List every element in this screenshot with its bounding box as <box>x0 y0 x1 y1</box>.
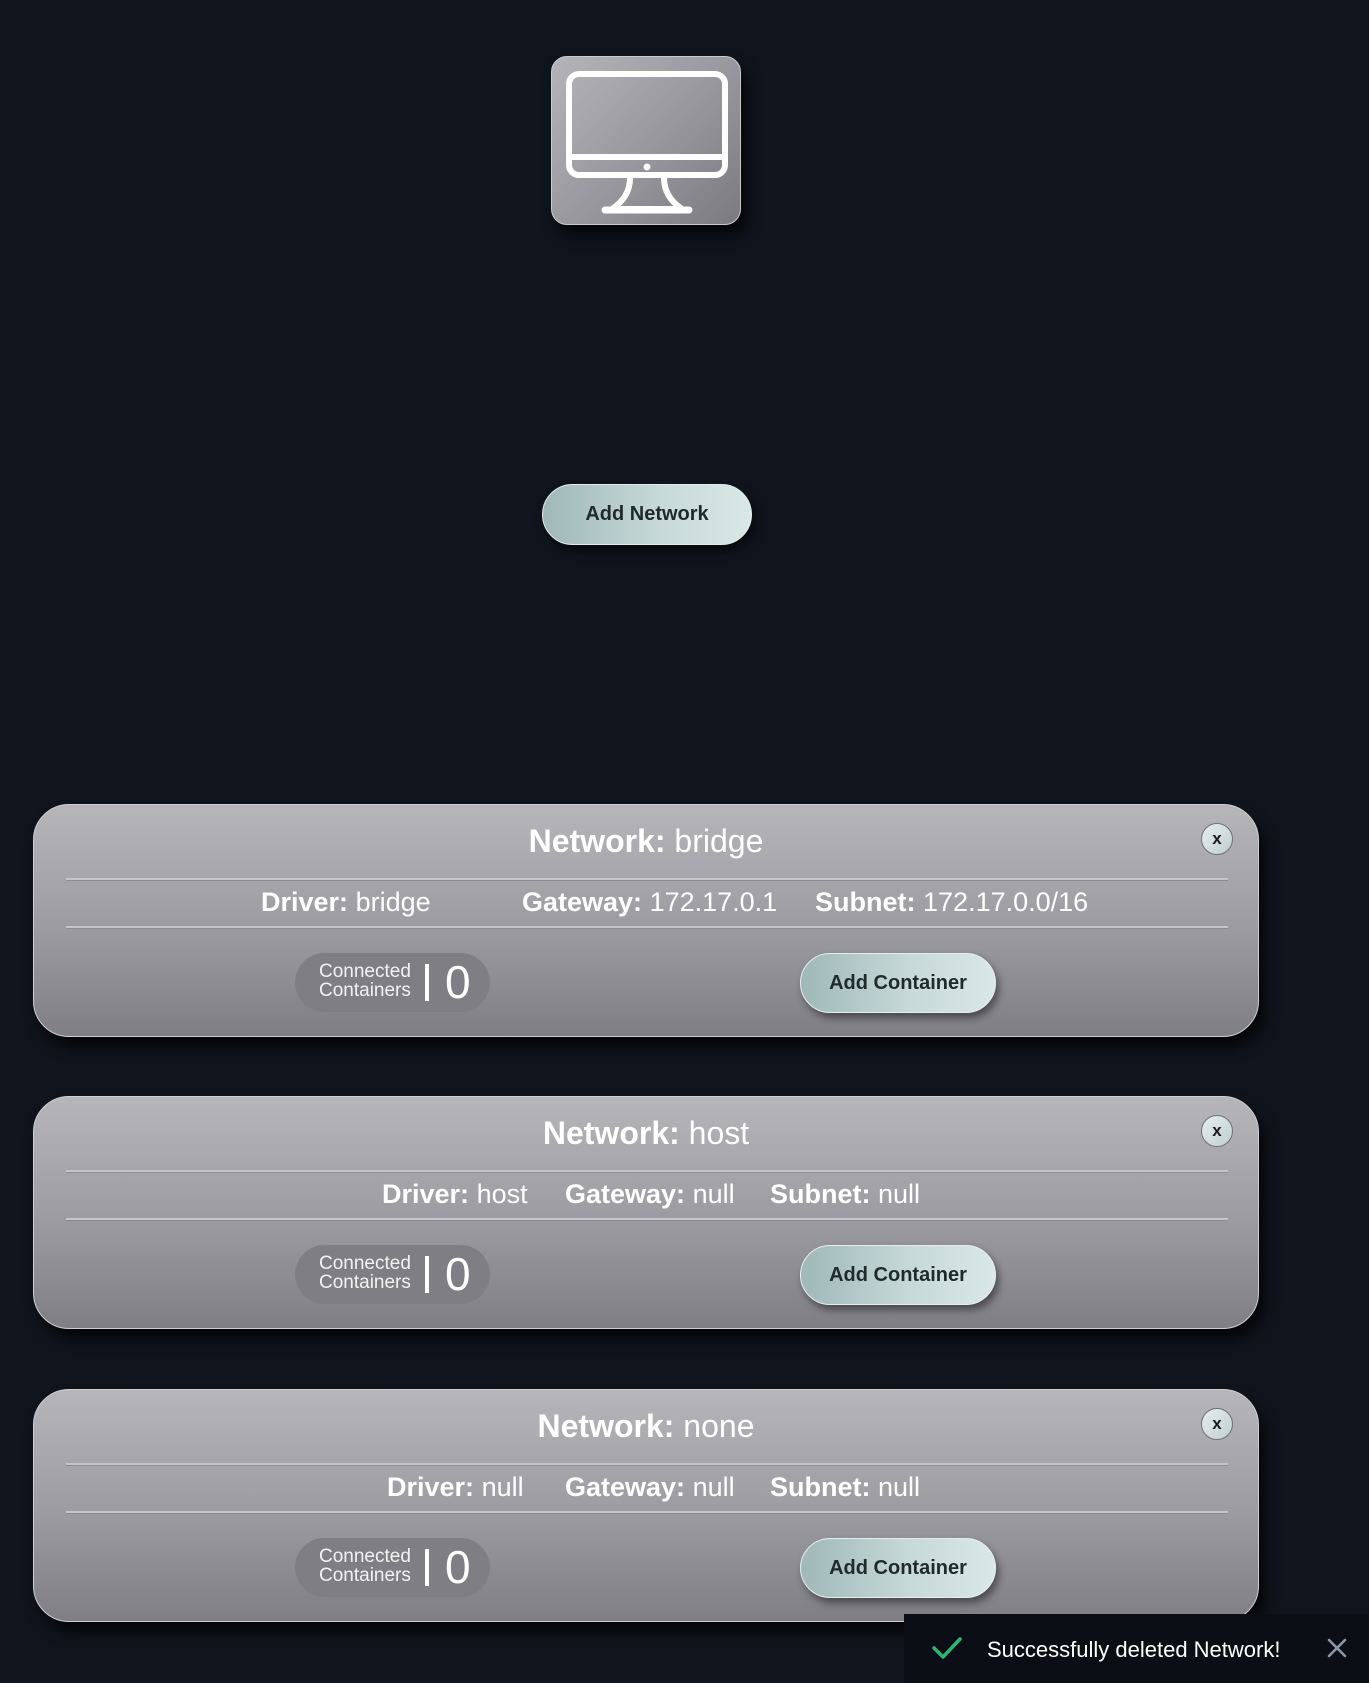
network-info-row: Driver: bridge Gateway: 172.17.0.1 Subne… <box>34 887 1258 923</box>
connected-containers-label: Connected Containers <box>319 1546 411 1586</box>
network-title-label: Network: <box>528 823 666 859</box>
divider <box>66 878 1228 881</box>
toast-message: Successfully deleted Network! <box>987 1637 1281 1662</box>
driver-label: Driver: <box>261 887 349 917</box>
network-title-label: Network: <box>542 1115 680 1151</box>
close-icon[interactable] <box>1325 1636 1349 1660</box>
add-network-button[interactable]: Add Network <box>542 484 752 545</box>
count-separator <box>425 1549 429 1586</box>
network-info-row: Driver: host Gateway: null Subnet: null <box>34 1179 1258 1215</box>
desktop-monitor-icon <box>566 71 728 214</box>
driver-info: Driver: host <box>382 1179 528 1210</box>
connected-containers-count: 0 <box>445 1248 471 1300</box>
driver-value: host <box>476 1179 528 1209</box>
connected-containers-badge: Connected Containers 0 <box>295 1245 490 1304</box>
gateway-value: null <box>692 1472 735 1502</box>
gateway-label: Gateway: <box>565 1179 686 1209</box>
network-title: Network: host <box>34 1115 1258 1152</box>
subnet-info: Subnet: null <box>770 1179 920 1210</box>
connected-containers-count: 0 <box>445 956 471 1008</box>
docker-network-page: Add Network Network: bridge x Driver: br… <box>0 0 1369 1683</box>
driver-label: Driver: <box>387 1472 475 1502</box>
driver-value: bridge <box>355 887 431 917</box>
gateway-label: Gateway: <box>565 1472 686 1502</box>
network-name: none <box>683 1408 755 1444</box>
gateway-info: Gateway: null <box>565 1472 735 1503</box>
add-container-button[interactable]: Add Container <box>800 1538 996 1598</box>
add-container-button[interactable]: Add Container <box>800 953 996 1013</box>
network-name: bridge <box>674 823 764 859</box>
delete-network-button[interactable]: x <box>1201 1115 1233 1147</box>
network-card-none: Network: none x Driver: null Gateway: nu… <box>33 1389 1259 1622</box>
subnet-value: 172.17.0.0/16 <box>923 887 1089 917</box>
network-name: host <box>688 1115 750 1151</box>
host-computer-card <box>551 56 741 225</box>
driver-info: Driver: bridge <box>261 887 431 918</box>
delete-network-button[interactable]: x <box>1201 823 1233 855</box>
gateway-value: null <box>692 1179 735 1209</box>
divider <box>66 1463 1228 1466</box>
subnet-value: null <box>878 1472 921 1502</box>
divider <box>66 1511 1228 1514</box>
connected-containers-label: Connected Containers <box>319 1253 411 1293</box>
gateway-info: Gateway: 172.17.0.1 <box>522 887 777 918</box>
divider <box>66 1170 1228 1173</box>
subnet-label: Subnet: <box>815 887 916 917</box>
subnet-value: null <box>878 1179 921 1209</box>
success-toast: Successfully deleted Network! <box>904 1614 1369 1683</box>
delete-network-button[interactable]: x <box>1201 1408 1233 1440</box>
count-separator <box>425 964 429 1001</box>
divider <box>66 1218 1228 1221</box>
driver-label: Driver: <box>382 1179 470 1209</box>
network-info-row: Driver: null Gateway: null Subnet: null <box>34 1472 1258 1508</box>
divider <box>66 926 1228 929</box>
network-title: Network: bridge <box>34 823 1258 860</box>
driver-value: null <box>481 1472 524 1502</box>
connected-containers-count: 0 <box>445 1541 471 1593</box>
network-card-bridge: Network: bridge x Driver: bridge Gateway… <box>33 804 1259 1037</box>
network-title: Network: none <box>34 1408 1258 1445</box>
connected-containers-badge: Connected Containers 0 <box>295 953 490 1012</box>
connected-containers-badge: Connected Containers 0 <box>295 1538 490 1597</box>
gateway-info: Gateway: null <box>565 1179 735 1210</box>
network-card-host: Network: host x Driver: host Gateway: nu… <box>33 1096 1259 1329</box>
check-icon <box>932 1637 962 1659</box>
count-separator <box>425 1256 429 1293</box>
subnet-label: Subnet: <box>770 1179 871 1209</box>
add-container-button[interactable]: Add Container <box>800 1245 996 1305</box>
gateway-value: 172.17.0.1 <box>649 887 778 917</box>
gateway-label: Gateway: <box>522 887 643 917</box>
subnet-info: Subnet: null <box>770 1472 920 1503</box>
driver-info: Driver: null <box>387 1472 524 1503</box>
subnet-info: Subnet: 172.17.0.0/16 <box>815 887 1088 918</box>
connected-containers-label: Connected Containers <box>319 961 411 1001</box>
subnet-label: Subnet: <box>770 1472 871 1502</box>
network-title-label: Network: <box>537 1408 675 1444</box>
